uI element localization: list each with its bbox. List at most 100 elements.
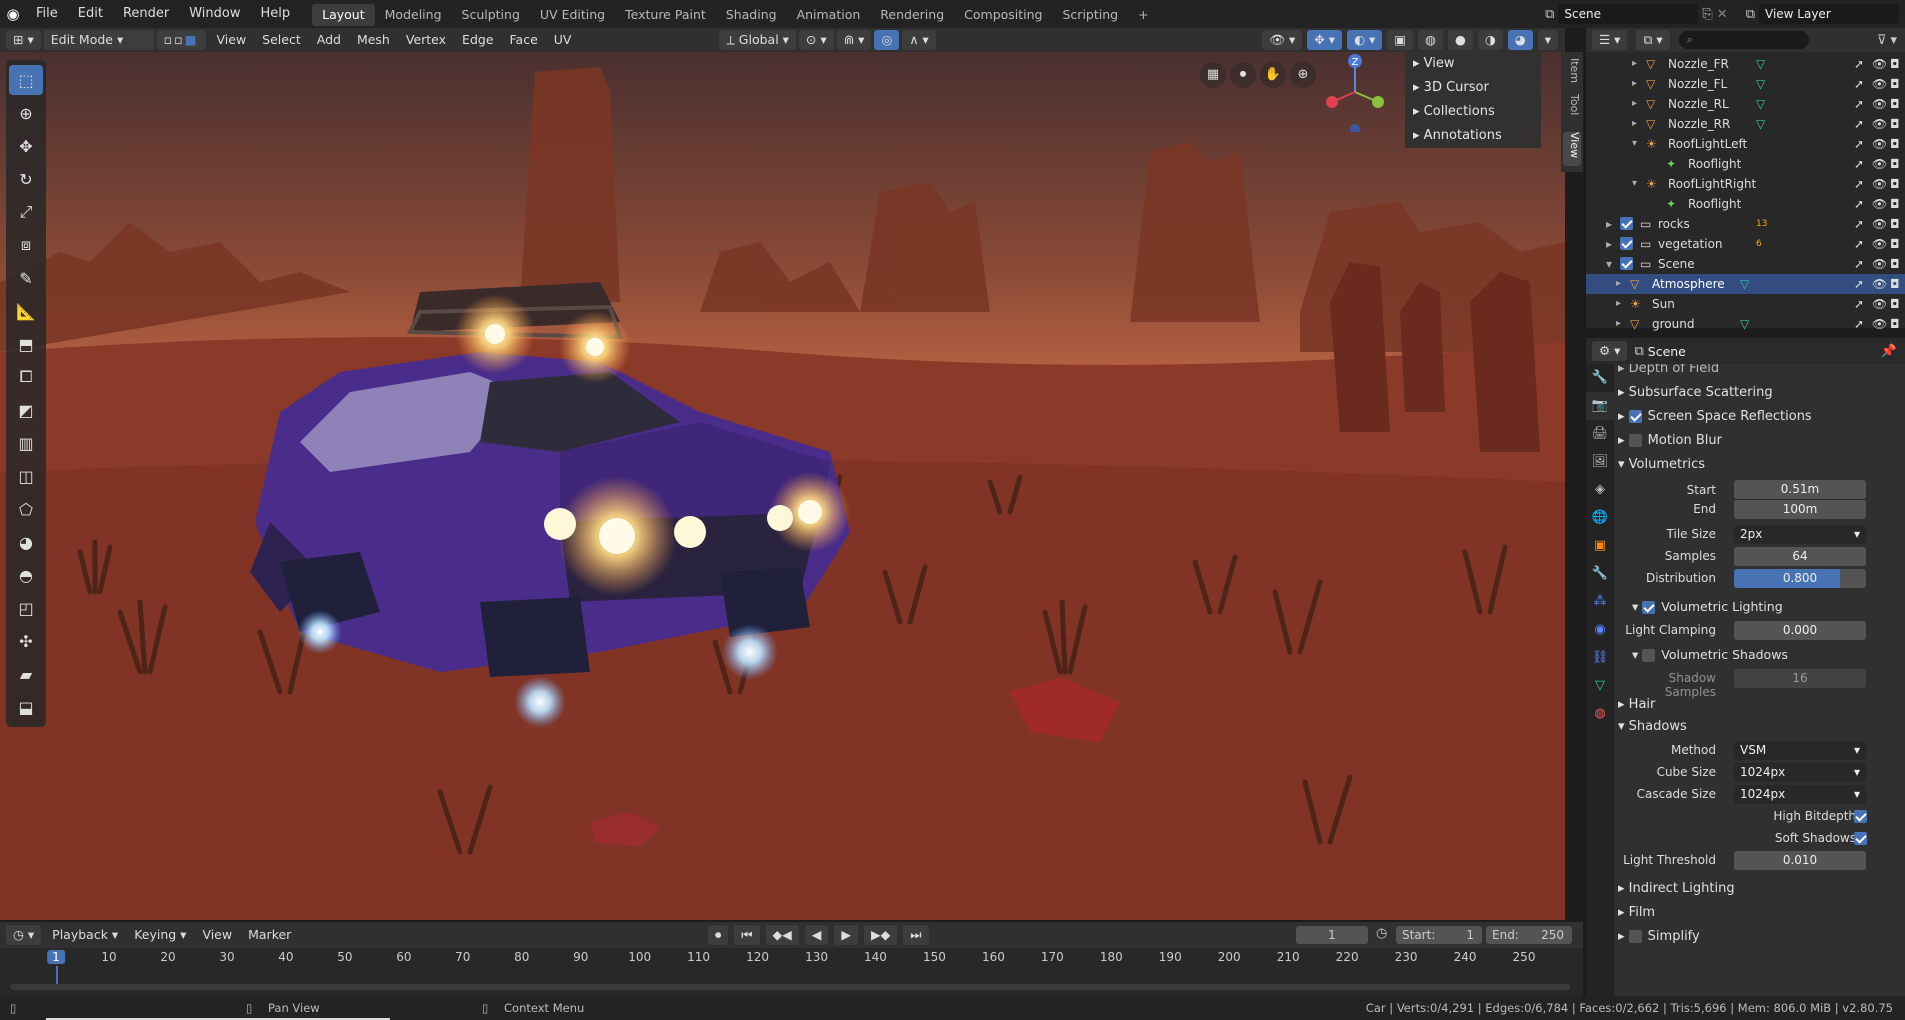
shading-solid-icon[interactable]: ● — [1447, 30, 1473, 50]
menu-edit[interactable]: Edit — [68, 0, 113, 28]
ssr-checkbox[interactable] — [1628, 410, 1642, 423]
panel-hair[interactable]: ▸ Hair — [1618, 694, 1905, 716]
constraints-props-icon[interactable]: ⛓ — [1586, 644, 1614, 672]
render-camera-icon[interactable]: ◘ — [1890, 214, 1900, 234]
shading-rendered-icon[interactable]: ◕ — [1507, 30, 1533, 50]
select-arrow-icon[interactable]: ➚ — [1854, 194, 1864, 214]
tab-shading[interactable]: Shading — [716, 4, 787, 26]
shading-wireframe-icon[interactable]: ◍ — [1418, 30, 1443, 50]
extrude-tool-icon[interactable]: ⬒ — [9, 329, 43, 359]
jump-end-icon[interactable]: ⏭ — [903, 925, 929, 945]
tab-scripting[interactable]: Scripting — [1053, 4, 1129, 26]
select-arrow-icon[interactable]: ➚ — [1854, 54, 1864, 74]
eye-icon[interactable]: 👁 — [1872, 94, 1887, 114]
panel-subsurface[interactable]: ▸ Subsurface Scattering — [1618, 382, 1905, 404]
eye-icon[interactable]: 👁 — [1872, 54, 1887, 74]
menu-view[interactable]: View — [209, 29, 255, 51]
eye-icon[interactable]: 👁 — [1872, 214, 1887, 234]
render-camera-icon[interactable]: ◘ — [1890, 74, 1900, 94]
eye-icon[interactable]: 👁 — [1872, 254, 1887, 274]
blender-logo-icon[interactable]: ◉ — [0, 5, 26, 23]
axis-gizmo[interactable]: Z — [1320, 52, 1390, 132]
expand-arrow-icon[interactable]: ▸ — [1616, 274, 1621, 294]
timeline-area[interactable]: 1 10 20 30 40 50 60 70 80 90 100 110 120 130 140 150 160… — [0, 948, 1583, 996]
modifier-props-icon[interactable]: 🔧 — [1586, 560, 1614, 588]
transform-orientation-dropdown[interactable]: ⟂ Global ▾ — [719, 30, 796, 50]
cursor-tool-icon[interactable]: ⊕ — [9, 98, 43, 128]
menu-mesh[interactable]: Mesh — [349, 29, 398, 51]
select-box-tool-icon[interactable]: ⬚ — [9, 65, 43, 95]
move-tool-icon[interactable]: ✥ — [9, 131, 43, 161]
add-workspace-button[interactable]: + — [1128, 4, 1158, 26]
select-arrow-icon[interactable]: ➚ — [1854, 114, 1864, 134]
render-props-icon[interactable]: 📷 — [1586, 392, 1614, 420]
vol-lighting-checkbox[interactable] — [1642, 601, 1656, 614]
vol-shadows-checkbox[interactable] — [1642, 649, 1656, 662]
soft-shadows-checkbox[interactable] — [1854, 832, 1867, 845]
tab-uv-editing[interactable]: UV Editing — [530, 4, 615, 26]
expand-arrow-icon[interactable]: ▸ — [1632, 94, 1637, 114]
knife-tool-icon[interactable]: ◫ — [9, 461, 43, 491]
mesh-data-icon[interactable]: ▽ — [1756, 74, 1765, 94]
select-arrow-icon[interactable]: ➚ — [1854, 134, 1864, 154]
select-arrow-icon[interactable]: ➚ — [1854, 274, 1864, 294]
tab-rendering[interactable]: Rendering — [870, 4, 954, 26]
outliner-row[interactable]: ▸ ▽ ground ▽ ➚ 👁 ◘ — [1586, 314, 1905, 334]
select-arrow-icon[interactable]: ➚ — [1854, 214, 1864, 234]
expand-arrow-icon[interactable]: ▸ — [1632, 74, 1637, 94]
outliner-row[interactable]: ▾ ☀ RoofLightLeft ➚ 👁 ◘ — [1586, 134, 1905, 154]
menu-render[interactable]: Render — [113, 0, 179, 28]
menu-marker[interactable]: Marker — [240, 924, 299, 946]
filter-icon[interactable]: ⊽ ▾ — [1877, 33, 1897, 48]
poly-build-tool-icon[interactable]: ⬠ — [9, 494, 43, 524]
start-frame-field[interactable]: Start: 1 — [1396, 926, 1482, 944]
tab-animation[interactable]: Animation — [787, 4, 871, 26]
outliner-row[interactable]: ▸ ▭ rocks 13 ➚ 👁 ◘ — [1586, 214, 1905, 234]
timeline-scrollbar[interactable] — [10, 984, 1570, 990]
data-props-icon[interactable]: ▽ — [1586, 672, 1614, 700]
spin-tool-icon[interactable]: ◕ — [9, 527, 43, 557]
vol-tile-dropdown[interactable]: 2px ▾ — [1734, 525, 1866, 544]
shear-tool-icon[interactable]: ▰ — [9, 659, 43, 689]
mesh-data-icon[interactable]: ▽ — [1740, 274, 1749, 294]
expand-arrow-icon[interactable]: ▸ — [1632, 54, 1637, 74]
timeline-editor-icon[interactable]: ◷ ▾ — [6, 925, 42, 945]
current-frame-field[interactable]: 1 — [1296, 926, 1368, 944]
properties-editor-icon[interactable]: ⚙ ▾ — [1592, 341, 1628, 361]
select-arrow-icon[interactable]: ➚ — [1854, 294, 1864, 314]
prev-keyframe-icon[interactable]: ◆◀ — [765, 925, 799, 945]
expand-arrow-icon[interactable]: ▾ — [1632, 174, 1637, 194]
object-props-icon[interactable]: ▣ — [1586, 532, 1614, 560]
shadow-method-dropdown[interactable]: VSM ▾ — [1734, 741, 1866, 760]
tab-item[interactable]: Item — [1563, 58, 1581, 86]
outliner-row[interactable]: ▾ ☀ RoofLightRight ➚ 👁 ◘ — [1586, 174, 1905, 194]
expand-arrow-icon[interactable]: ▾ — [1606, 254, 1612, 274]
select-arrow-icon[interactable]: ➚ — [1854, 314, 1864, 334]
material-props-icon[interactable]: ◍ — [1586, 700, 1614, 728]
npanel-view[interactable]: ▸ View — [1405, 52, 1541, 76]
eye-icon[interactable]: 👁 — [1872, 134, 1887, 154]
physics-props-icon[interactable]: ◉ — [1586, 616, 1614, 644]
menu-playback[interactable]: Playback ▾ — [44, 924, 126, 946]
vol-start-field[interactable]: 0.51m — [1734, 480, 1866, 499]
render-camera-icon[interactable]: ◘ — [1890, 94, 1900, 114]
outliner-row[interactable]: ▸ ☀ Sun ➚ 👁 ◘ — [1586, 294, 1905, 314]
outliner-search-input[interactable]: ⌕ — [1678, 31, 1809, 49]
eye-icon[interactable]: 👁 — [1872, 174, 1887, 194]
smooth-tool-icon[interactable]: ◓ — [9, 560, 43, 590]
menu-help[interactable]: Help — [251, 0, 301, 28]
measure-tool-icon[interactable]: 📐 — [9, 296, 43, 326]
overlay-toggle-icon[interactable]: ◐ ▾ — [1347, 30, 1383, 50]
panel-motion-blur[interactable]: ▸ Motion Blur — [1618, 430, 1905, 452]
select-arrow-icon[interactable]: ➚ — [1854, 234, 1864, 254]
render-camera-icon[interactable]: ◘ — [1890, 154, 1900, 174]
menu-keying[interactable]: Keying ▾ — [126, 924, 194, 946]
view-layer-selector[interactable]: View Layer — [1759, 4, 1899, 24]
bevel-tool-icon[interactable]: ◩ — [9, 395, 43, 425]
zoom-icon[interactable]: ⊕ — [1290, 62, 1316, 88]
cascade-size-dropdown[interactable]: 1024px ▾ — [1734, 785, 1866, 804]
particles-props-icon[interactable]: ⁂ — [1586, 588, 1614, 616]
tab-view[interactable]: View — [1563, 132, 1581, 166]
menu-add[interactable]: Add — [309, 29, 349, 51]
auto-key-icon[interactable]: ◷ — [1376, 926, 1387, 941]
